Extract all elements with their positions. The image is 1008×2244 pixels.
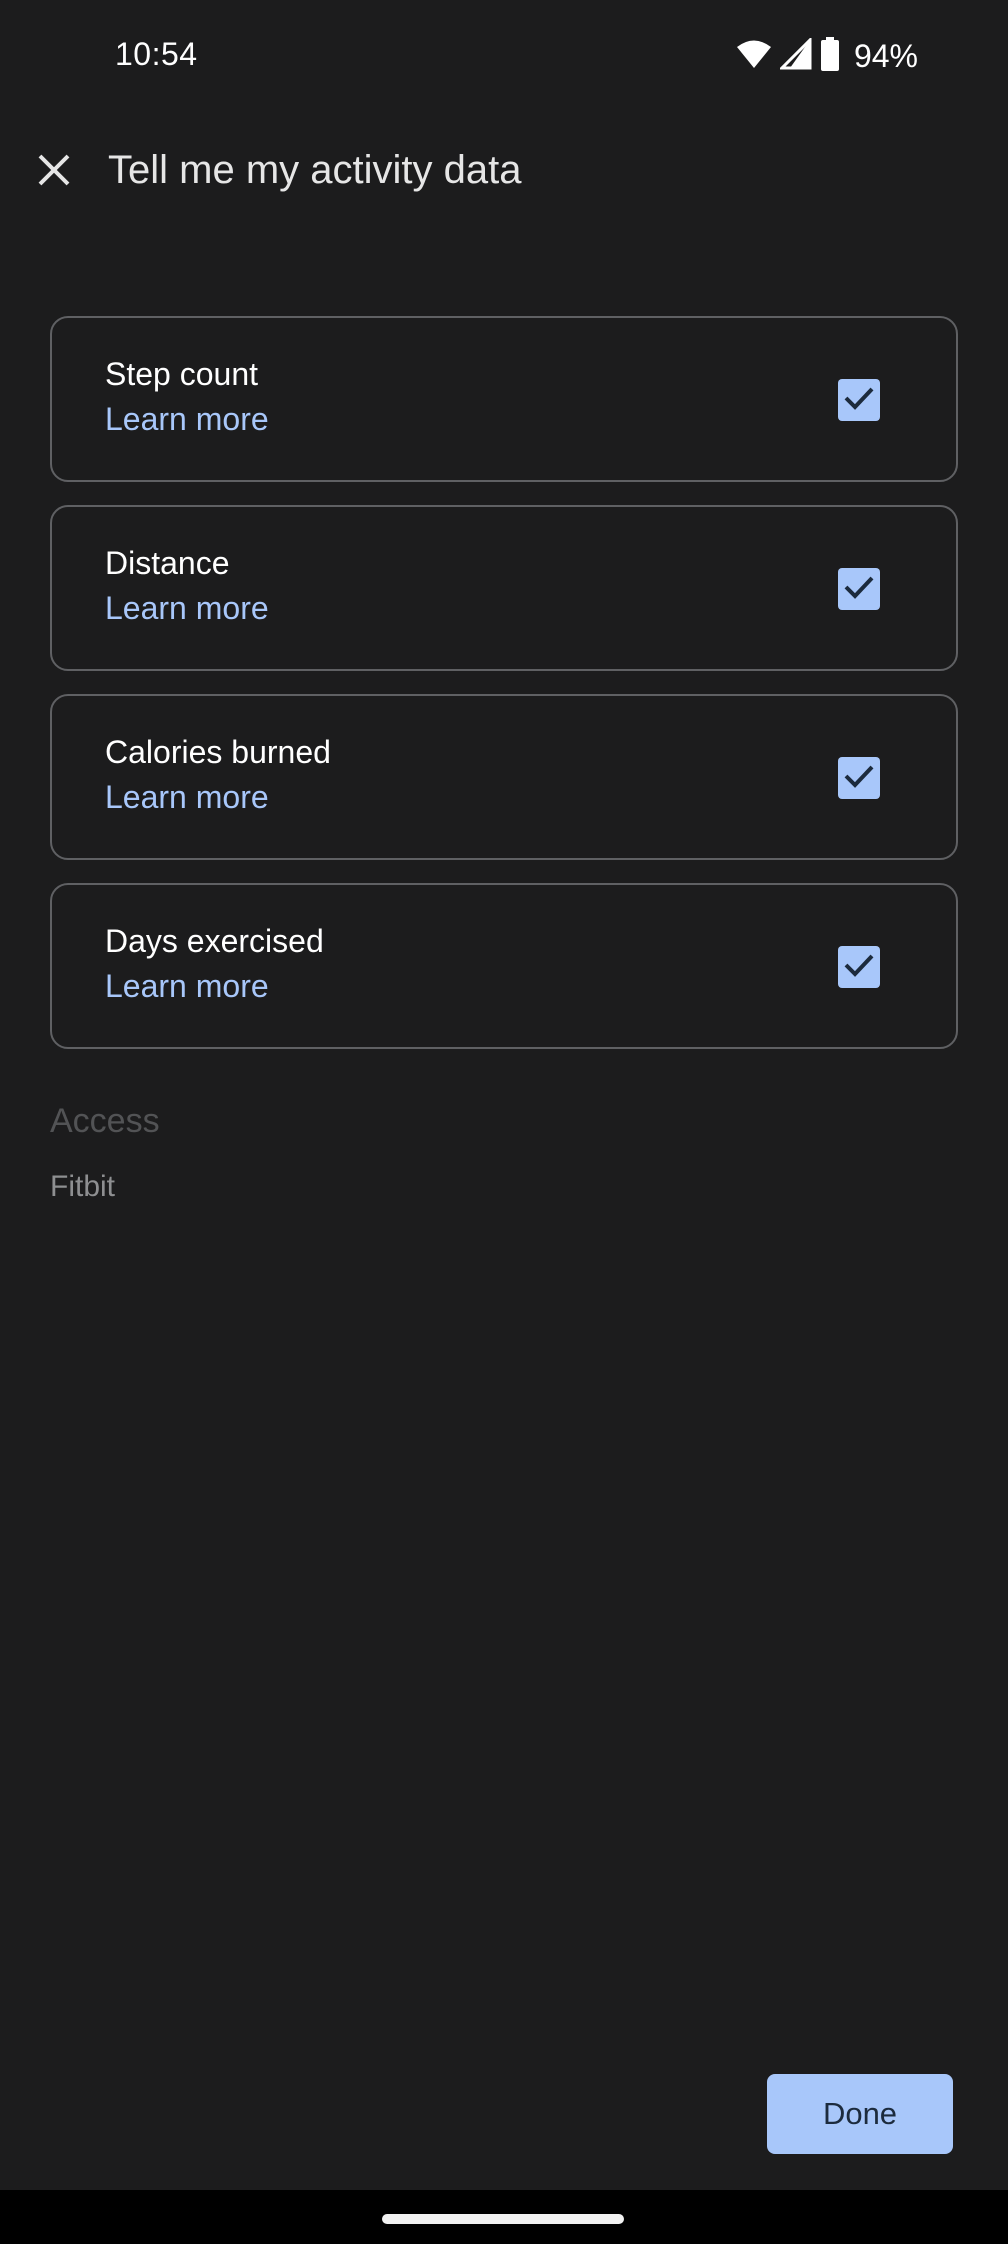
card-title: Days exercised: [105, 923, 324, 959]
cellular-signal-icon: [778, 35, 812, 75]
card-step-count[interactable]: Step count Learn more: [50, 316, 958, 482]
calories-burned-checkbox[interactable]: [838, 757, 880, 799]
gesture-handle[interactable]: [382, 2214, 624, 2224]
status-icons: 94%: [736, 35, 918, 76]
status-bar: 10:54 94%: [0, 0, 1008, 115]
navigation-bar: [0, 2190, 1008, 2244]
distance-checkbox[interactable]: [838, 568, 880, 610]
wifi-icon: [736, 38, 772, 75]
access-heading: Access: [50, 1102, 160, 1140]
card-title: Distance: [105, 545, 230, 581]
learn-more-link[interactable]: Learn more: [105, 968, 269, 1005]
learn-more-link[interactable]: Learn more: [105, 590, 269, 627]
battery-percent: 94%: [853, 37, 918, 74]
check-icon: [843, 763, 875, 794]
access-app-name: Fitbit: [50, 1170, 116, 1203]
done-button[interactable]: Done: [767, 2074, 953, 2154]
check-icon: [843, 574, 875, 605]
card-title: Step count: [105, 356, 258, 392]
card-days-exercised[interactable]: Days exercised Learn more: [50, 883, 958, 1049]
card-calories-burned[interactable]: Calories burned Learn more: [50, 694, 958, 860]
battery-icon: [820, 36, 840, 76]
close-icon: [37, 153, 71, 192]
check-icon: [843, 952, 875, 983]
check-icon: [843, 385, 875, 416]
step-count-checkbox[interactable]: [838, 379, 880, 421]
activity-data-list: Step count Learn more Distance Learn mor…: [50, 316, 958, 1072]
learn-more-link[interactable]: Learn more: [105, 779, 269, 816]
page-title: Tell me my activity data: [108, 148, 522, 192]
days-exercised-checkbox[interactable]: [838, 946, 880, 988]
card-title: Calories burned: [105, 734, 331, 770]
card-distance[interactable]: Distance Learn more: [50, 505, 958, 671]
learn-more-link[interactable]: Learn more: [105, 401, 269, 438]
app-bar: Tell me my activity data: [0, 130, 1008, 216]
close-button[interactable]: [22, 140, 86, 204]
status-time: 10:54: [115, 36, 198, 72]
